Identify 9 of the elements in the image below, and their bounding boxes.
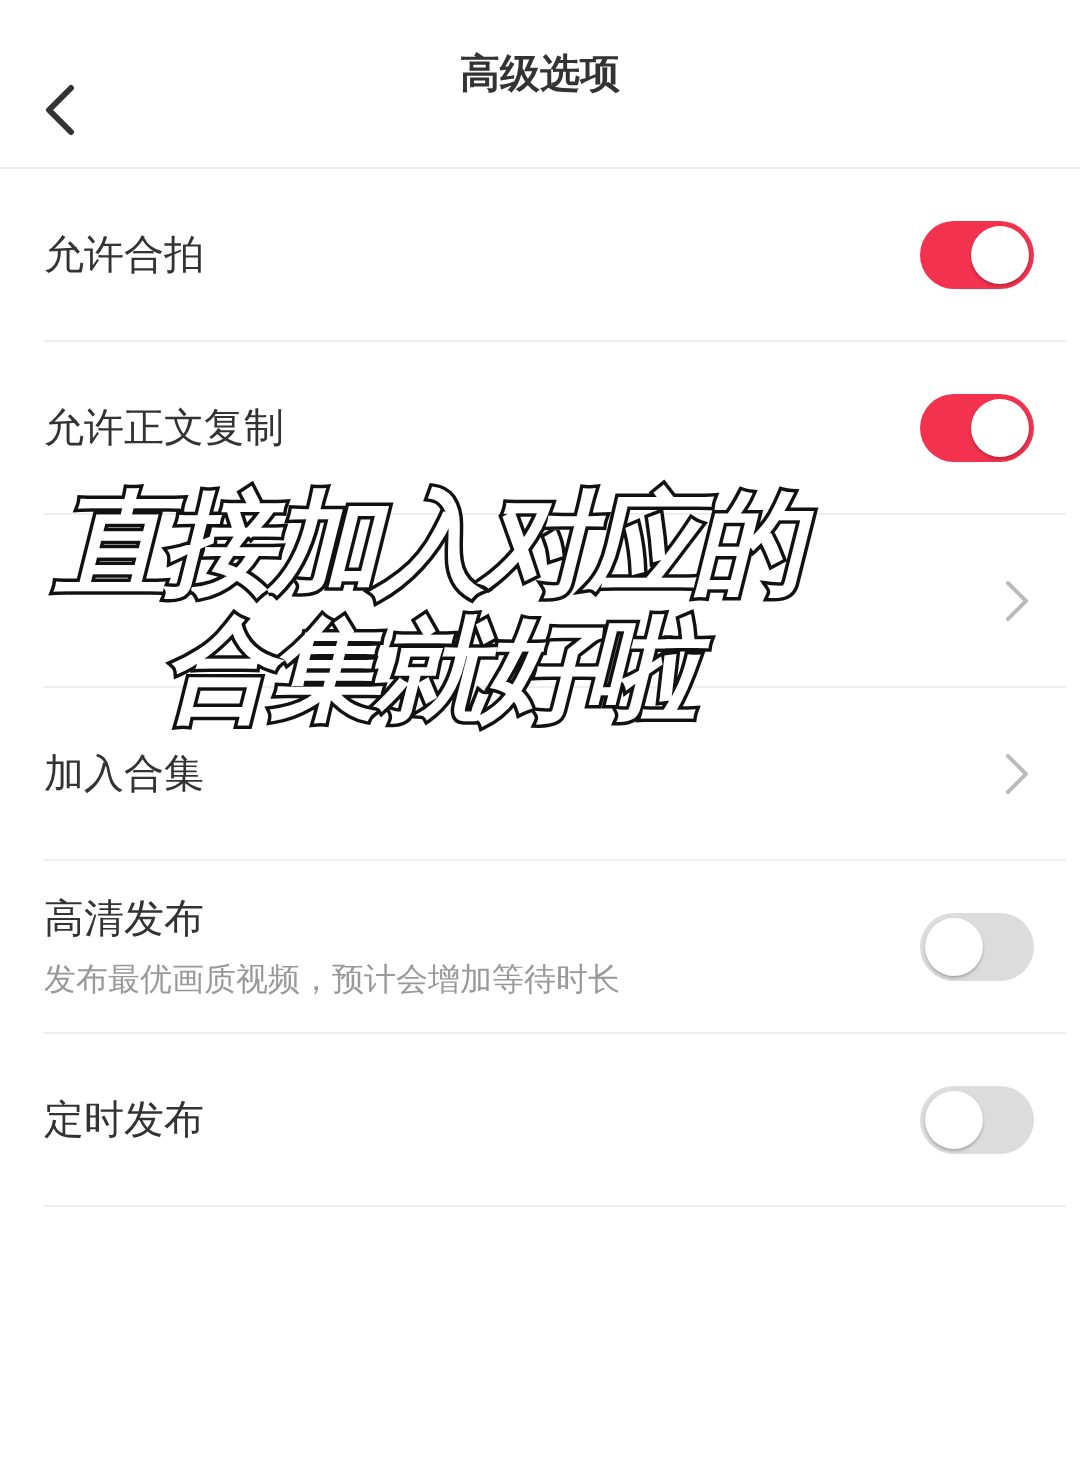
setting-description: 发布最优画质视频，预计会增加等待时长 [44, 959, 621, 1000]
setting-label: 加入合集 [44, 749, 205, 798]
setting-label: 允许正文复制 [44, 403, 285, 452]
setting-label: 允许合拍 [44, 230, 205, 279]
page-title: 高级选项 [460, 49, 620, 98]
chevron-right-icon[interactable] [1004, 578, 1030, 623]
chevron-right-icon[interactable] [1004, 751, 1030, 796]
setting-label: 高清发布 [44, 894, 205, 943]
setting-label: 定时发布 [44, 1095, 205, 1144]
